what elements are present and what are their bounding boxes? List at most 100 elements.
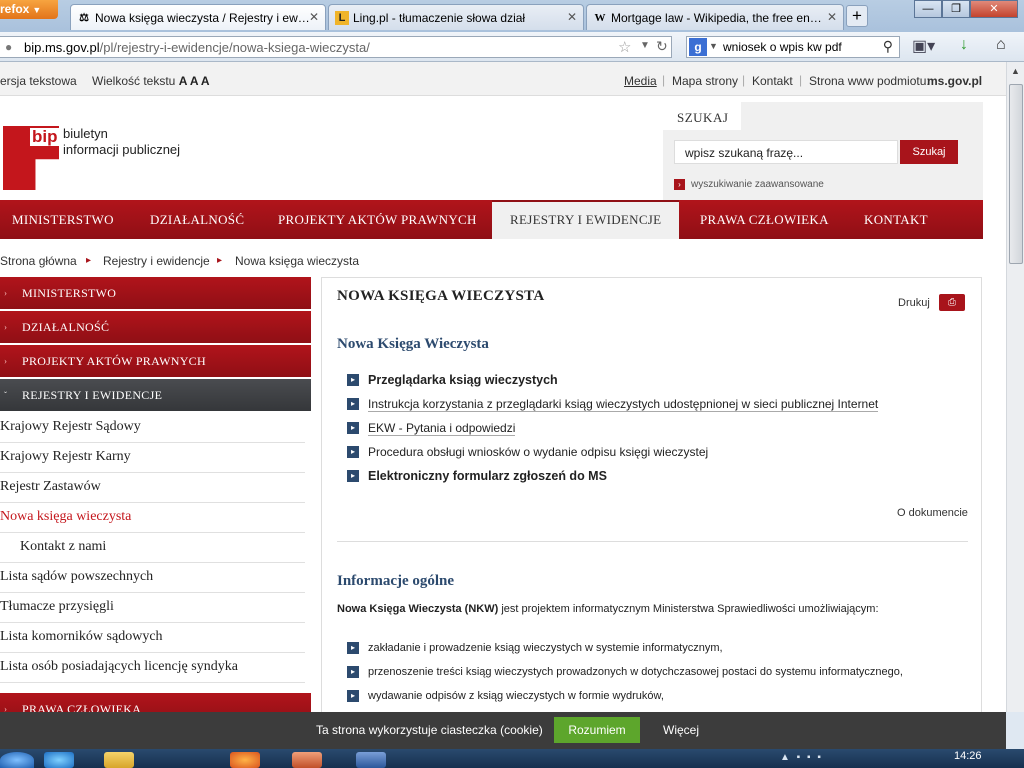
bookmarks-menu-icon[interactable]: ▣▾ xyxy=(912,36,935,56)
tab-wikipedia[interactable]: W Mortgage law - Wikipedia, the free en…… xyxy=(586,4,844,30)
tab-ling[interactable]: L Ling.pl - tłumaczenie słowa dział ✕ xyxy=(328,4,584,30)
google-engine-icon[interactable]: g xyxy=(689,38,707,56)
nav-dzialalnosc[interactable]: DZIAŁALNOŚĆ xyxy=(150,200,244,239)
page-title: NOWA KSIĘGA WIECZYSTA xyxy=(337,288,545,304)
nav-ministerstwo[interactable]: MINISTERSTWO xyxy=(12,200,114,239)
sidebar-section-projekty[interactable]: › PROJEKTY AKTÓW PRAWNYCH xyxy=(0,345,311,378)
system-tray[interactable]: ▲ ▪ ▪ ▪ xyxy=(780,752,823,763)
download-arrow-icon[interactable]: ↓ xyxy=(960,36,968,54)
advanced-search-link[interactable]: › wyszukiwanie zaawansowane xyxy=(674,179,824,190)
media-link[interactable]: Media xyxy=(624,74,657,88)
bookmark-star-icon[interactable]: ☆ xyxy=(618,38,631,56)
sitemap-link[interactable]: Mapa strony xyxy=(672,74,738,88)
nav-rejestry[interactable]: REJESTRY I EWIDENCJE xyxy=(492,200,680,239)
globe-icon: ● xyxy=(5,40,13,54)
sidebar-section-ministerstwo[interactable]: › MINISTERSTWO xyxy=(0,277,311,310)
text-size-label: Wielkość tekstu xyxy=(92,74,176,88)
cookie-accept-button[interactable]: Rozumiem xyxy=(554,717,640,743)
nav-projekty[interactable]: PROJEKTY AKTÓW PRAWNYCH xyxy=(278,200,477,239)
chevron-right-icon: ▸ xyxy=(347,374,359,386)
firefox-taskbar-icon[interactable] xyxy=(230,752,260,768)
scales-favicon-icon: ⚖ xyxy=(79,12,89,24)
site-owner-label: Strona www podmiotu: xyxy=(809,74,930,88)
intro-paragraph: Nowa Księga Wieczysta (NKW) jest projekt… xyxy=(337,603,879,615)
chevron-right-icon: › xyxy=(4,322,8,332)
chevron-down-icon: ˇ xyxy=(4,390,8,400)
site-owner-link[interactable]: ms.gov.pl xyxy=(927,74,982,88)
sidebar-section-label: PRAWA CZŁOWIEKA xyxy=(22,702,142,712)
link-label: Przeglądarka ksiąg wieczystych xyxy=(368,373,558,387)
separator: | xyxy=(799,73,803,87)
cookie-more-link[interactable]: Więcej xyxy=(663,723,699,737)
history-dropdown-icon[interactable]: ▼ xyxy=(640,40,650,51)
new-tab-button[interactable]: + xyxy=(846,5,868,27)
sidebar-section-prawa[interactable]: › PRAWA CZŁOWIEKA xyxy=(0,693,311,712)
maximize-window-button[interactable]: ❐ xyxy=(942,0,970,18)
address-bar[interactable]: ● bip.ms.gov.pl/pl/rejestry-i-ewidencje/… xyxy=(0,36,672,58)
chevron-right-icon: ▸ xyxy=(347,446,359,458)
nav-kontakt[interactable]: KONTAKT xyxy=(864,200,928,239)
text-version-link[interactable]: ersja tekstowa xyxy=(0,74,77,88)
about-document-link[interactable]: O dokumencie xyxy=(897,507,968,519)
sidebar-section-label: MINISTERSTWO xyxy=(22,286,117,300)
site-search-input[interactable]: wpisz szukaną frazę... xyxy=(674,140,898,164)
page-scrollbar[interactable]: ▲ xyxy=(1006,62,1024,712)
scrollbar-thumb[interactable] xyxy=(1009,84,1023,264)
printer-icon[interactable]: ⎙ xyxy=(939,294,965,311)
tab-title: Mortgage law - Wikipedia, the free en… xyxy=(611,11,822,25)
close-tab-icon[interactable]: ✕ xyxy=(567,10,577,24)
list-item-text: przenoszenie treści ksiąg wieczystych pr… xyxy=(368,666,903,678)
chevron-right-icon: › xyxy=(674,179,685,190)
print-label[interactable]: Drukuj xyxy=(898,297,930,309)
search-icon[interactable]: ⚲ xyxy=(883,38,893,55)
bip-logo-word: bip xyxy=(30,128,62,146)
sidebar-item-nowa-ksiega[interactable]: Nowa księga wieczysta xyxy=(0,503,305,533)
list-item-text: zakładanie i prowadzenie ksiąg wieczysty… xyxy=(368,642,723,654)
sidebar-section-dzialalnosc[interactable]: › DZIAŁALNOŚĆ xyxy=(0,311,311,344)
sidebar-item-krk[interactable]: Krajowy Rejestr Karny xyxy=(0,443,305,473)
chevron-right-icon: ▸ xyxy=(217,255,223,266)
sidebar-item-rejestr-zastawow[interactable]: Rejestr Zastawów xyxy=(0,473,305,503)
minimize-window-button[interactable]: — xyxy=(914,0,942,18)
search-box[interactable]: g ▼ wniosek o wpis kw pdf ⚲ xyxy=(686,36,900,58)
link-label: Instrukcja korzystania z przeglądarki ks… xyxy=(368,397,879,412)
engine-dropdown-icon[interactable]: ▼ xyxy=(709,41,718,51)
browser-toolbar: ● bip.ms.gov.pl/pl/rejestry-i-ewidencje/… xyxy=(0,32,1024,62)
reload-icon[interactable]: ↻ xyxy=(656,38,668,55)
sidebar-section-rejestry[interactable]: ˇ REJESTRY I EWIDENCJE xyxy=(0,379,311,412)
sidebar-item-syndycy[interactable]: Lista osób posiadających licencję syndyk… xyxy=(0,653,305,683)
search-panel-label: SZUKAJ xyxy=(663,102,741,130)
url-path: /pl/rejestry-i-ewidencje/nowa-ksiega-wie… xyxy=(99,40,370,55)
internet-explorer-icon[interactable] xyxy=(44,752,74,768)
home-icon[interactable]: ⌂ xyxy=(996,36,1006,54)
tab-title: Ling.pl - tłumaczenie słowa dział xyxy=(353,11,526,25)
chevron-right-icon: › xyxy=(4,288,8,298)
sidebar-item-sady[interactable]: Lista sądów powszechnych xyxy=(0,563,305,593)
ling-favicon-icon: L xyxy=(335,11,349,25)
word-taskbar-icon[interactable] xyxy=(356,752,386,768)
chevron-right-icon: › xyxy=(4,704,8,712)
windows-taskbar: ▲ ▪ ▪ ▪ 14:26 xyxy=(0,749,1024,768)
close-tab-icon[interactable]: ✕ xyxy=(827,10,837,24)
chevron-right-icon: ▸ xyxy=(86,255,92,266)
site-search-button[interactable]: Szukaj xyxy=(900,140,958,164)
start-button-icon[interactable] xyxy=(0,752,34,768)
breadcrumb-registers[interactable]: Rejestry i ewidencje xyxy=(103,254,210,268)
sidebar-section-label: DZIAŁALNOŚĆ xyxy=(22,320,110,334)
sidebar-item-krs[interactable]: Krajowy Rejestr Sądowy xyxy=(0,413,305,443)
nav-prawa-czlowieka[interactable]: PRAWA CZŁOWIEKA xyxy=(700,200,829,239)
sidebar-item-tlumacze[interactable]: Tłumacze przysięgli xyxy=(0,593,305,623)
sidebar-item-kontakt[interactable]: Kontakt z nami xyxy=(0,533,305,563)
tab-nowa-ksiega[interactable]: ⚖ Nowa księga wieczysta / Rejestry i ew…… xyxy=(70,4,326,30)
close-window-button[interactable]: ✕ xyxy=(970,0,1018,18)
scroll-up-icon[interactable]: ▲ xyxy=(1011,66,1020,76)
text-size-buttons[interactable]: A A A xyxy=(179,74,210,88)
contact-link[interactable]: Kontakt xyxy=(752,74,793,88)
breadcrumb-home[interactable]: Strona główna xyxy=(0,254,77,268)
sidebar-item-komornicy[interactable]: Lista komorników sądowych xyxy=(0,623,305,653)
firefox-menu-button[interactable]: refox ▼ xyxy=(0,0,58,19)
file-explorer-icon[interactable] xyxy=(104,752,134,768)
close-tab-icon[interactable]: ✕ xyxy=(309,10,319,24)
text-size-control: Wielkość tekstu A A A xyxy=(92,74,210,88)
app-taskbar-icon[interactable] xyxy=(292,752,322,768)
